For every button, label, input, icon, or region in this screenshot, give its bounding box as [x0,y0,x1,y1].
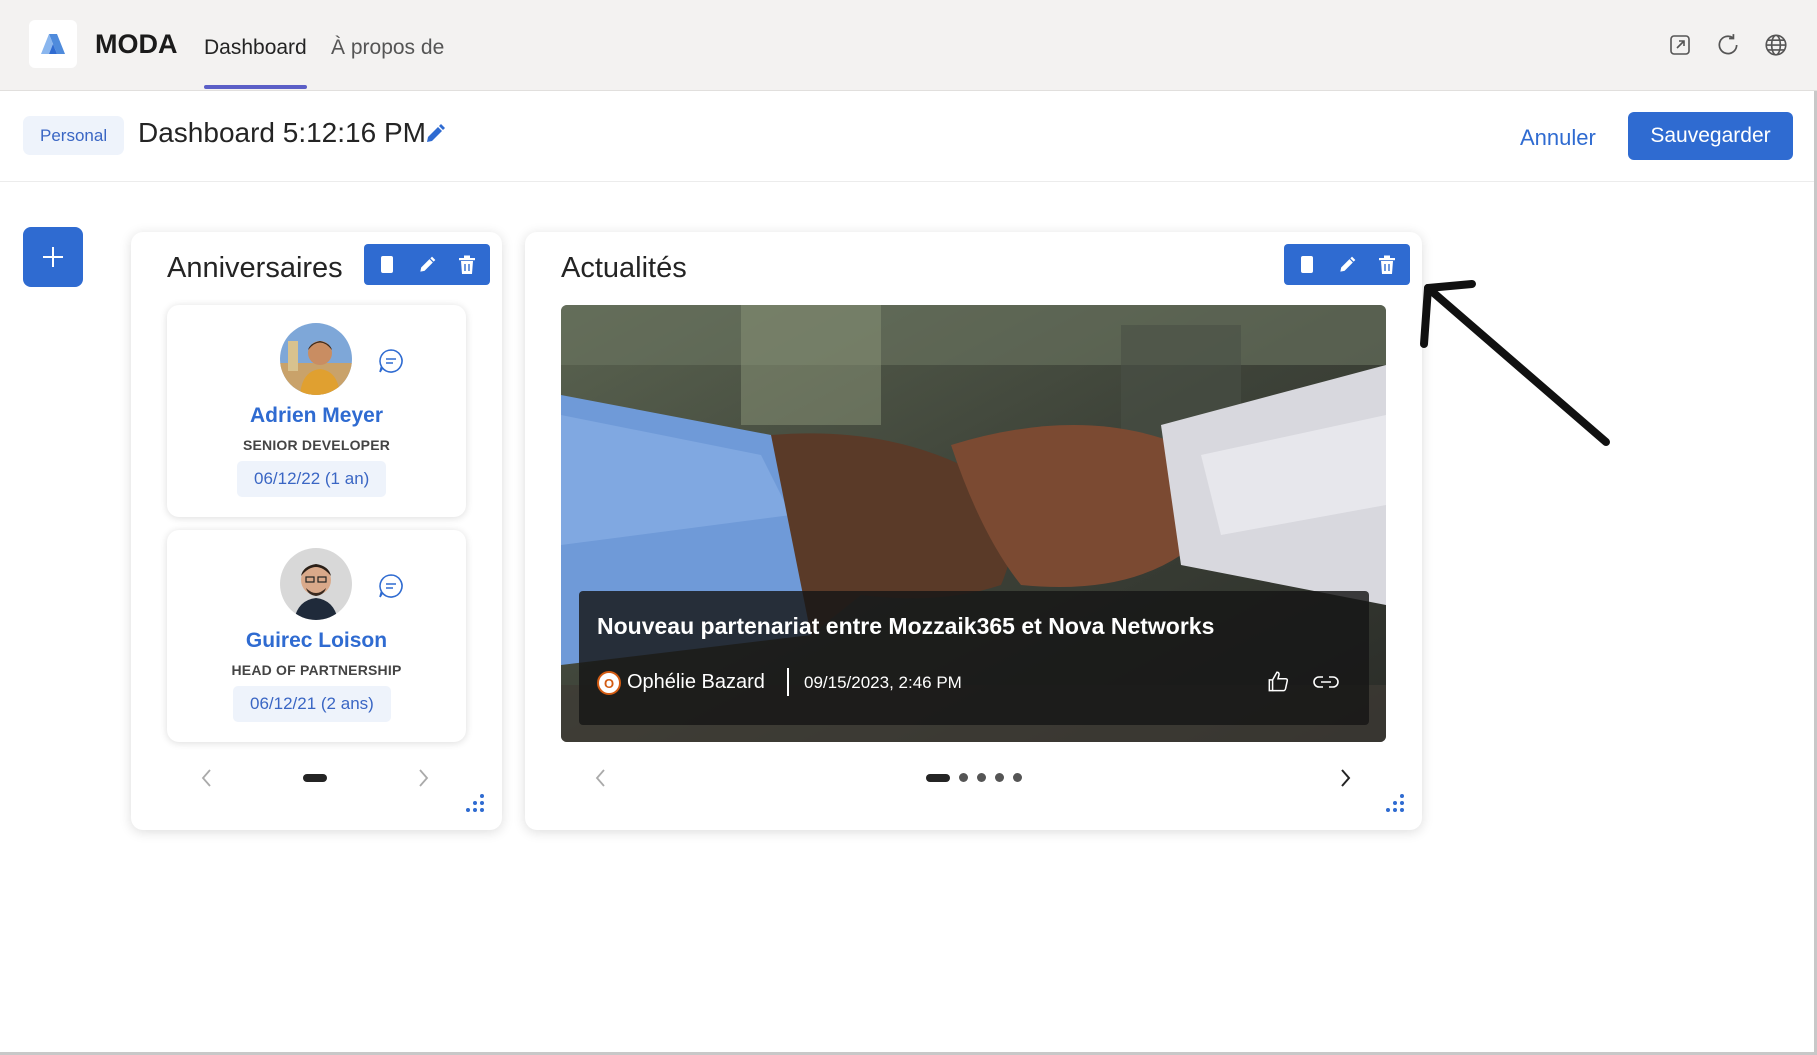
person-role: HEAD OF PARTNERSHIP [231,662,402,678]
divider [787,668,789,696]
next-arrow-icon[interactable] [1333,766,1357,790]
chat-icon[interactable] [377,572,405,600]
pager-dot-active[interactable] [303,774,327,782]
app-header: MODA Dashboard À propos de [0,0,1817,91]
person-name[interactable]: Guirec Loison [167,629,466,653]
prev-arrow-icon[interactable] [195,766,219,790]
annotation-arrow-icon [1410,272,1620,452]
copy-icon[interactable] [1290,247,1324,283]
edit-icon[interactable] [1330,247,1364,283]
dashboard-toolbar: Personal Dashboard 5:12:16 PM Annuler Sa… [0,92,1817,182]
pager-dot[interactable] [959,773,968,782]
cancel-button[interactable]: Annuler [1520,125,1596,151]
anniversary-date: 06/12/21 (2 ans) [233,686,391,722]
active-tab-indicator [204,85,307,89]
save-button[interactable]: Sauvegarder [1628,112,1793,160]
widget-toolbar [364,244,490,285]
chat-icon[interactable] [377,347,405,375]
person-card[interactable]: Guirec Loison HEAD OF PARTNERSHIP 06/12/… [167,530,466,742]
globe-icon[interactable] [1761,30,1791,60]
dashboard-title: Dashboard 5:12:16 PM [138,117,426,148]
pager-dot[interactable] [977,773,986,782]
news-headline[interactable]: Nouveau partenariat entre Mozzaik365 et … [597,613,1214,640]
widget-toolbar [1284,244,1410,285]
tab-about[interactable]: À propos de [331,36,444,60]
personal-badge: Personal [23,116,125,155]
app-name: MODA [95,29,178,59]
tab-dashboard[interactable]: Dashboard [204,36,307,60]
logo-icon [41,34,65,54]
pager-dot[interactable] [1013,773,1022,782]
edit-icon[interactable] [410,247,444,283]
news-date: 09/15/2023, 2:46 PM [804,673,962,692]
author-avatar: O [597,671,621,695]
pager-dot-active[interactable] [926,774,950,782]
widget-title: Anniversaires [167,252,343,284]
resize-handle-icon[interactable] [1384,792,1406,814]
moda-logo [29,20,77,68]
news-caption-overlay: Nouveau partenariat entre Mozzaik365 et … [579,591,1369,725]
prev-arrow-icon[interactable] [589,766,613,790]
avatar [280,548,352,620]
person-card[interactable]: Adrien Meyer SENIOR DEVELOPER 06/12/22 (… [167,305,466,517]
next-arrow-icon[interactable] [411,766,435,790]
refresh-icon[interactable] [1713,30,1743,60]
link-icon[interactable] [1312,669,1340,695]
actualites-widget: Actualités Nouveau partenariat entre Moz… [525,232,1422,830]
like-icon[interactable] [1265,669,1291,695]
anniversaires-widget: Anniversaires Adrien Meyer SENIOR DEVELO… [131,232,502,830]
avatar [280,323,352,395]
news-card[interactable]: Nouveau partenariat entre Mozzaik365 et … [561,305,1386,742]
pager-dot[interactable] [995,773,1004,782]
news-author: Ophélie Bazard [627,671,765,693]
anniversary-date: 06/12/22 (1 an) [237,461,387,497]
add-widget-button[interactable] [23,227,83,287]
widget-title: Actualités [561,252,687,284]
person-role: SENIOR DEVELOPER [242,437,391,453]
popout-icon[interactable] [1665,30,1695,60]
person-name[interactable]: Adrien Meyer [167,404,466,428]
delete-icon[interactable] [1370,247,1404,283]
resize-handle-icon[interactable] [464,792,486,814]
copy-icon[interactable] [370,247,404,283]
edit-title-icon[interactable] [423,122,451,150]
plus-icon [43,247,63,267]
delete-icon[interactable] [450,247,484,283]
